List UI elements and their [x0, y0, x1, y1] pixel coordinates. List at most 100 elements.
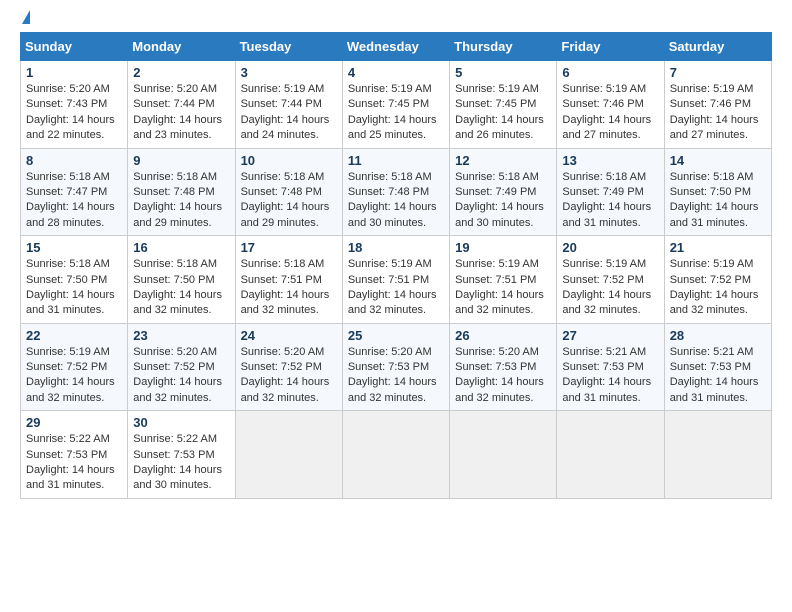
calendar-cell: 15Sunrise: 5:18 AMSunset: 7:50 PMDayligh…: [21, 236, 128, 324]
column-header-tuesday: Tuesday: [235, 33, 342, 61]
cell-content: Sunrise: 5:20 AMSunset: 7:52 PMDaylight:…: [241, 345, 337, 407]
cell-content: Sunrise: 5:22 AMSunset: 7:53 PMDaylight:…: [26, 432, 122, 494]
day-number: 28: [670, 328, 766, 343]
day-number: 20: [562, 240, 658, 255]
cell-content: Sunrise: 5:20 AMSunset: 7:44 PMDaylight:…: [133, 82, 229, 144]
column-header-wednesday: Wednesday: [342, 33, 449, 61]
header: [20, 10, 772, 24]
calendar-cell: 11 Sunrise: 5:18 AMSunset: 7:48 PMDayligh…: [342, 148, 449, 236]
calendar-cell: 13 Sunrise: 5:18 AMSunset: 7:49 PMDayligh…: [557, 148, 664, 236]
day-number: 1: [26, 65, 122, 80]
calendar-week-row: 22Sunrise: 5:19 AMSunset: 7:52 PMDayligh…: [21, 323, 772, 411]
day-number: 7: [670, 65, 766, 80]
calendar-cell: 27 Sunrise: 5:21 AMSunset: 7:53 PMDayligh…: [557, 323, 664, 411]
cell-content: Sunrise: 5:18 AMSunset: 7:51 PMDaylight:…: [241, 257, 337, 319]
day-number: 25: [348, 328, 444, 343]
cell-content: Sunrise: 5:18 AMSunset: 7:47 PMDaylight:…: [26, 170, 122, 232]
cell-content: Sunrise: 5:22 AMSunset: 7:53 PMDaylight:…: [133, 432, 229, 494]
calendar-cell: 21 Sunrise: 5:19 AMSunset: 7:52 PMDayligh…: [664, 236, 771, 324]
day-number: 5: [455, 65, 551, 80]
calendar-cell: 1 Sunrise: 5:20 AMSunset: 7:43 PMDaylight…: [21, 61, 128, 149]
calendar-cell: 16 Sunrise: 5:18 AMSunset: 7:50 PMDayligh…: [128, 236, 235, 324]
cell-content: Sunrise: 5:18 AMSunset: 7:49 PMDaylight:…: [455, 170, 551, 232]
cell-content: Sunrise: 5:20 AMSunset: 7:43 PMDaylight:…: [26, 82, 122, 144]
cell-content: Sunrise: 5:19 AMSunset: 7:44 PMDaylight:…: [241, 82, 337, 144]
day-number: 26: [455, 328, 551, 343]
cell-content: Sunrise: 5:20 AMSunset: 7:53 PMDaylight:…: [455, 345, 551, 407]
calendar-cell: 7 Sunrise: 5:19 AMSunset: 7:46 PMDaylight…: [664, 61, 771, 149]
column-header-friday: Friday: [557, 33, 664, 61]
calendar-cell: 28Sunrise: 5:21 AMSunset: 7:53 PMDayligh…: [664, 323, 771, 411]
day-number: 8: [26, 153, 122, 168]
day-number: 29: [26, 415, 122, 430]
cell-content: Sunrise: 5:18 AMSunset: 7:50 PMDaylight:…: [133, 257, 229, 319]
day-number: 12: [455, 153, 551, 168]
day-number: 4: [348, 65, 444, 80]
calendar-week-row: 15Sunrise: 5:18 AMSunset: 7:50 PMDayligh…: [21, 236, 772, 324]
calendar-cell: 26 Sunrise: 5:20 AMSunset: 7:53 PMDayligh…: [450, 323, 557, 411]
calendar-cell: 9 Sunrise: 5:18 AMSunset: 7:48 PMDaylight…: [128, 148, 235, 236]
cell-content: Sunrise: 5:18 AMSunset: 7:49 PMDaylight:…: [562, 170, 658, 232]
day-number: 16: [133, 240, 229, 255]
calendar-week-row: 29 Sunrise: 5:22 AMSunset: 7:53 PMDayligh…: [21, 411, 772, 499]
column-header-thursday: Thursday: [450, 33, 557, 61]
cell-content: Sunrise: 5:19 AMSunset: 7:52 PMDaylight:…: [670, 257, 766, 319]
day-number: 24: [241, 328, 337, 343]
calendar-cell: 14 Sunrise: 5:18 AMSunset: 7:50 PMDayligh…: [664, 148, 771, 236]
day-number: 2: [133, 65, 229, 80]
day-number: 9: [133, 153, 229, 168]
logo-triangle-icon: [22, 10, 30, 24]
cell-content: Sunrise: 5:18 AMSunset: 7:50 PMDaylight:…: [670, 170, 766, 232]
calendar-cell: [342, 411, 449, 499]
calendar-cell: 24 Sunrise: 5:20 AMSunset: 7:52 PMDayligh…: [235, 323, 342, 411]
calendar-cell: 30 Sunrise: 5:22 AMSunset: 7:53 PMDayligh…: [128, 411, 235, 499]
calendar-cell: 10Sunrise: 5:18 AMSunset: 7:48 PMDayligh…: [235, 148, 342, 236]
day-number: 14: [670, 153, 766, 168]
cell-content: Sunrise: 5:19 AMSunset: 7:52 PMDaylight:…: [26, 345, 122, 407]
calendar-cell: 17 Sunrise: 5:18 AMSunset: 7:51 PMDayligh…: [235, 236, 342, 324]
calendar-cell: 18 Sunrise: 5:19 AMSunset: 7:51 PMDayligh…: [342, 236, 449, 324]
calendar-cell: 20Sunrise: 5:19 AMSunset: 7:52 PMDayligh…: [557, 236, 664, 324]
calendar-cell: 23 Sunrise: 5:20 AMSunset: 7:52 PMDayligh…: [128, 323, 235, 411]
calendar-cell: 12 Sunrise: 5:18 AMSunset: 7:49 PMDayligh…: [450, 148, 557, 236]
column-header-monday: Monday: [128, 33, 235, 61]
day-number: 3: [241, 65, 337, 80]
day-number: 27: [562, 328, 658, 343]
column-header-sunday: Sunday: [21, 33, 128, 61]
calendar-cell: 5 Sunrise: 5:19 AMSunset: 7:45 PMDaylight…: [450, 61, 557, 149]
calendar-table: SundayMondayTuesdayWednesdayThursdayFrid…: [20, 32, 772, 499]
cell-content: Sunrise: 5:19 AMSunset: 7:45 PMDaylight:…: [455, 82, 551, 144]
cell-content: Sunrise: 5:19 AMSunset: 7:51 PMDaylight:…: [348, 257, 444, 319]
day-number: 11: [348, 153, 444, 168]
cell-content: Sunrise: 5:20 AMSunset: 7:52 PMDaylight:…: [133, 345, 229, 407]
calendar-week-row: 8 Sunrise: 5:18 AMSunset: 7:47 PMDaylight…: [21, 148, 772, 236]
day-number: 13: [562, 153, 658, 168]
calendar-cell: 3 Sunrise: 5:19 AMSunset: 7:44 PMDaylight…: [235, 61, 342, 149]
cell-content: Sunrise: 5:18 AMSunset: 7:48 PMDaylight:…: [348, 170, 444, 232]
calendar-week-row: 1 Sunrise: 5:20 AMSunset: 7:43 PMDaylight…: [21, 61, 772, 149]
day-number: 30: [133, 415, 229, 430]
cell-content: Sunrise: 5:20 AMSunset: 7:53 PMDaylight:…: [348, 345, 444, 407]
day-number: 21: [670, 240, 766, 255]
cell-content: Sunrise: 5:19 AMSunset: 7:46 PMDaylight:…: [562, 82, 658, 144]
calendar-cell: [235, 411, 342, 499]
calendar-cell: 6Sunrise: 5:19 AMSunset: 7:46 PMDaylight…: [557, 61, 664, 149]
day-number: 17: [241, 240, 337, 255]
cell-content: Sunrise: 5:21 AMSunset: 7:53 PMDaylight:…: [562, 345, 658, 407]
cell-content: Sunrise: 5:19 AMSunset: 7:46 PMDaylight:…: [670, 82, 766, 144]
header-row: SundayMondayTuesdayWednesdayThursdayFrid…: [21, 33, 772, 61]
cell-content: Sunrise: 5:19 AMSunset: 7:45 PMDaylight:…: [348, 82, 444, 144]
calendar-cell: 19Sunrise: 5:19 AMSunset: 7:51 PMDayligh…: [450, 236, 557, 324]
calendar-cell: 2 Sunrise: 5:20 AMSunset: 7:44 PMDaylight…: [128, 61, 235, 149]
day-number: 23: [133, 328, 229, 343]
calendar-cell: 8 Sunrise: 5:18 AMSunset: 7:47 PMDaylight…: [21, 148, 128, 236]
day-number: 10: [241, 153, 337, 168]
calendar-cell: 29 Sunrise: 5:22 AMSunset: 7:53 PMDayligh…: [21, 411, 128, 499]
logo: [20, 10, 30, 24]
day-number: 18: [348, 240, 444, 255]
calendar-cell: 4 Sunrise: 5:19 AMSunset: 7:45 PMDaylight…: [342, 61, 449, 149]
cell-content: Sunrise: 5:18 AMSunset: 7:48 PMDaylight:…: [133, 170, 229, 232]
calendar-cell: [450, 411, 557, 499]
day-number: 19: [455, 240, 551, 255]
calendar-cell: 25 Sunrise: 5:20 AMSunset: 7:53 PMDayligh…: [342, 323, 449, 411]
